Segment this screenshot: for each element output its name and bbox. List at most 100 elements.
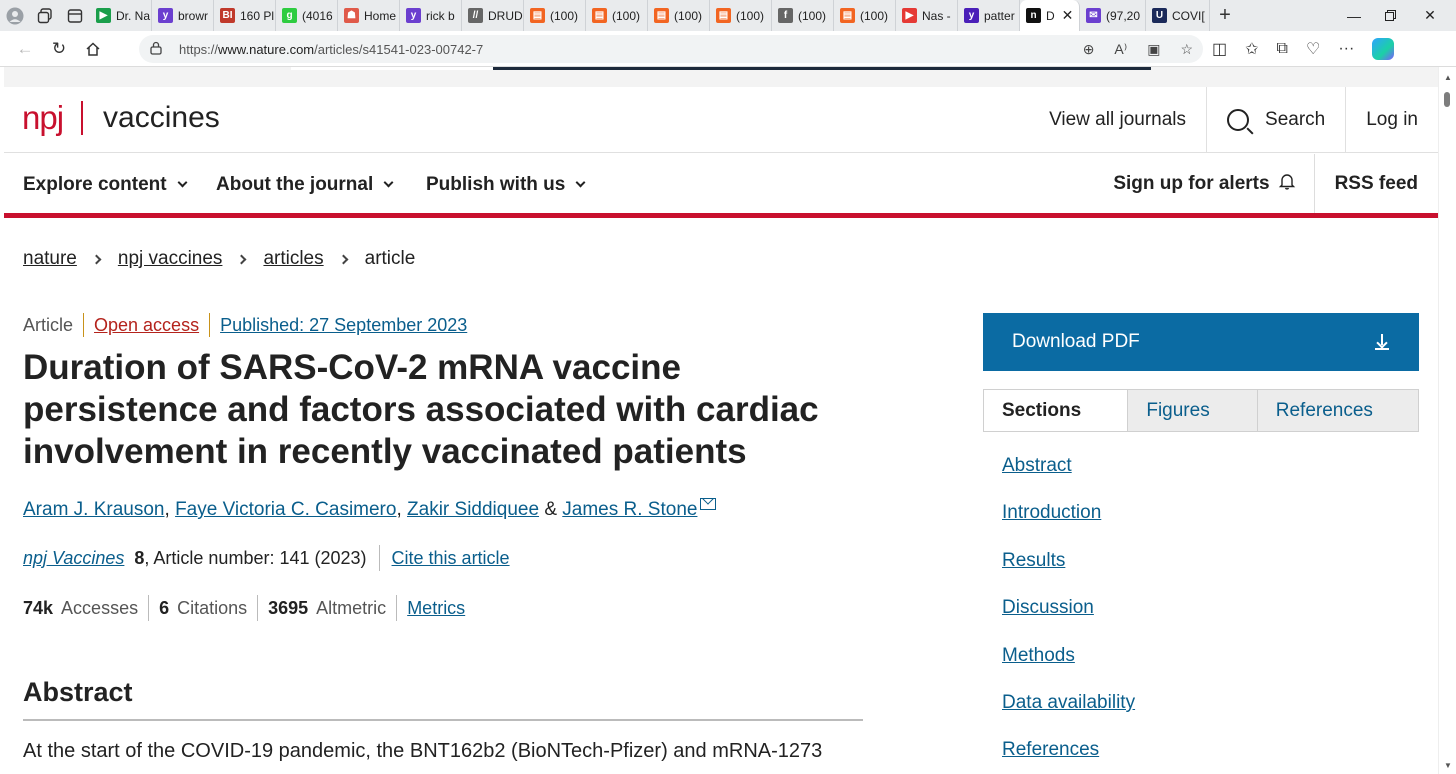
browser-tab[interactable]: f (100) [772, 0, 834, 31]
more-menu-icon[interactable]: ··· [1338, 40, 1354, 58]
browser-tab[interactable]: ▤ (100) [710, 0, 772, 31]
tab-label: COVI[ [1172, 8, 1205, 23]
lock-icon[interactable] [149, 41, 163, 58]
scroll-up-icon[interactable]: ▲ [1444, 73, 1452, 82]
back-icon[interactable]: ← [8, 31, 42, 67]
browser-tab[interactable]: ▤ (100) [834, 0, 896, 31]
browser-tab[interactable]: // DRUD [462, 0, 524, 31]
scroll-down-icon[interactable]: ▼ [1444, 761, 1452, 770]
altmetric-value: 3695 [268, 597, 309, 618]
author-link[interactable]: Faye Victoria C. Casimero [175, 499, 396, 520]
metrics-link[interactable]: Metrics [407, 598, 465, 619]
author-link[interactable]: Aram J. Krauson [23, 499, 165, 520]
ad-banner[interactable] [291, 67, 1151, 70]
page-viewport: npj vaccines View all journals Search Lo… [4, 67, 1438, 774]
home-icon[interactable] [76, 31, 110, 67]
favorites-icon[interactable]: ✩ [1245, 39, 1258, 59]
browser-tab[interactable]: ▶ Dr. Na [90, 0, 152, 31]
url-host: www.nature.com [218, 41, 315, 57]
copilot-icon[interactable] [1372, 38, 1395, 60]
author-link[interactable]: James R. Stone [562, 499, 697, 520]
tab-figures[interactable]: Figures [1127, 390, 1257, 431]
tab-sections[interactable]: Sections [984, 390, 1128, 431]
tab-favicon-icon: y [406, 8, 421, 23]
section-link-introduction[interactable]: Introduction [1002, 489, 1419, 536]
browser-tab[interactable]: BI 160 Pl [214, 0, 276, 31]
zoom-icon[interactable]: ⊕ [1083, 41, 1095, 58]
breadcrumb-current: article [364, 248, 416, 269]
journal-name-link[interactable]: npj Vaccines [23, 548, 124, 569]
email-icon[interactable] [700, 498, 717, 510]
browser-tab[interactable]: n D ✕ [1020, 0, 1080, 31]
browser-tab[interactable]: ▶ Nas - [896, 0, 958, 31]
open-access-link[interactable]: Open access [94, 315, 199, 336]
browser-tab[interactable]: ▤ (100) [648, 0, 710, 31]
workspaces-icon[interactable] [30, 0, 60, 31]
split-screen-icon[interactable]: ◫ [1212, 39, 1227, 59]
published-date-link[interactable]: Published: 27 September 2023 [220, 315, 467, 336]
section-link-abstract[interactable]: Abstract [1002, 442, 1419, 489]
tab-actions-icon[interactable] [60, 0, 90, 31]
rss-feed-link[interactable]: RSS feed [1315, 173, 1438, 195]
breadcrumb-nature[interactable]: nature [23, 248, 77, 270]
section-link-discussion[interactable]: Discussion [1002, 584, 1419, 631]
meta-divider [209, 313, 211, 337]
section-link-results[interactable]: Results [1002, 537, 1419, 584]
read-aloud-icon[interactable]: A⁾ [1114, 41, 1127, 58]
close-window-icon[interactable]: ✕ [1414, 0, 1446, 31]
browser-tab[interactable]: ▤ (100) [524, 0, 586, 31]
nav-right: Sign up for alerts RSS feed [1113, 154, 1438, 213]
menu-about-the-journal[interactable]: About the journal [216, 174, 394, 196]
browser-tab[interactable]: ☗ Home [338, 0, 400, 31]
section-link-data-availability[interactable]: Data availability [1002, 679, 1419, 726]
menu-explore-content[interactable]: Explore content [23, 174, 188, 196]
sign-up-alerts-link[interactable]: Sign up for alerts [1113, 154, 1315, 213]
tab-label: Nas - [922, 8, 951, 23]
breadcrumb-npj-vaccines[interactable]: npj vaccines [118, 248, 223, 270]
close-tab-icon[interactable]: ✕ [1062, 7, 1074, 24]
favorite-star-icon[interactable]: ☆ [1180, 41, 1193, 58]
section-link-references[interactable]: References [1002, 726, 1419, 773]
tab-favicon-icon: U [1152, 8, 1167, 23]
browser-tab[interactable]: y browr [152, 0, 214, 31]
tab-label: Dr. Na [116, 8, 151, 23]
collections-icon[interactable]: ⧉ [1277, 40, 1288, 58]
browser-tab[interactable]: y patter [958, 0, 1020, 31]
volume: 8 [134, 547, 145, 568]
browser-essentials-icon[interactable]: ♡ [1306, 39, 1320, 59]
scrollbar-thumb[interactable] [1444, 92, 1450, 107]
minimize-icon[interactable]: — [1338, 0, 1370, 31]
article-header: Article Open access Published: 27 Septem… [23, 313, 865, 621]
browser-tab[interactable]: ✉ (97,20 [1080, 0, 1146, 31]
breadcrumb-articles[interactable]: articles [263, 248, 323, 270]
citations-label: Citations [177, 597, 248, 618]
search-button[interactable]: Search [1206, 87, 1345, 153]
refresh-icon[interactable]: ↻ [42, 31, 76, 67]
journal-logo[interactable]: npj vaccines [22, 99, 220, 137]
menu-publish-with-us[interactable]: Publish with us [426, 174, 586, 196]
browser-tab[interactable]: ▤ (100) [586, 0, 648, 31]
download-pdf-button[interactable]: Download PDF [983, 313, 1419, 371]
author-separator: , [164, 499, 176, 520]
browser-tab[interactable]: y rick b [400, 0, 462, 31]
view-all-journals-link[interactable]: View all journals [1029, 87, 1206, 153]
new-tab-button[interactable]: + [1210, 4, 1240, 27]
citation-line: npj Vaccines 8 , Article number: 141 (20… [23, 545, 865, 571]
author-link[interactable]: Zakir Siddiquee [407, 499, 539, 520]
author-separator: & [539, 499, 563, 520]
log-in-link[interactable]: Log in [1345, 87, 1438, 153]
url-scheme: https:// [179, 41, 219, 57]
immersive-reader-icon[interactable]: ▣ [1147, 41, 1160, 58]
profile-icon[interactable] [0, 0, 30, 31]
tab-references[interactable]: References [1256, 390, 1419, 431]
url-field[interactable]: https://www.nature.com/articles/s41541-0… [139, 35, 1203, 63]
cite-this-article-link[interactable]: Cite this article [392, 548, 510, 569]
page-scrollbar[interactable]: ▲ ▼ [1438, 67, 1456, 774]
restore-icon[interactable] [1374, 0, 1406, 31]
section-link-methods[interactable]: Methods [1002, 632, 1419, 679]
browser-tab[interactable]: g (4016 [276, 0, 338, 31]
tab-label: (4016 [302, 8, 333, 23]
article-metrics: 74k Accesses 6 Citations 3695 Altmetric Met… [23, 595, 865, 621]
browser-tab[interactable]: U COVI[ [1146, 0, 1210, 31]
article-number: , Article number: 141 (2023) [144, 547, 367, 568]
